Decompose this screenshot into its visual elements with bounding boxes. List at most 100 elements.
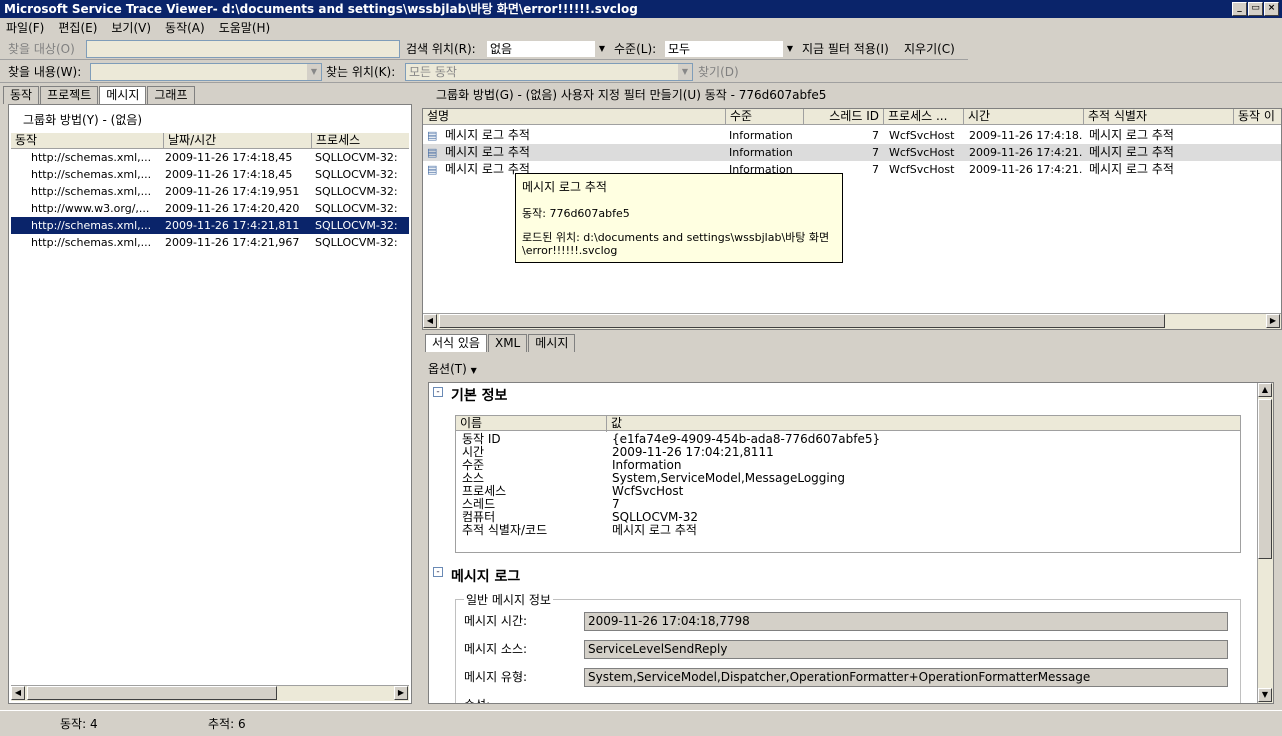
chevron-down-icon: ▼	[470, 366, 477, 375]
cell-activity: http://schemas.xml,...	[31, 185, 152, 198]
find-where-select[interactable]: 모든 동작 ▼	[405, 63, 693, 81]
level-label: 수준(L):	[614, 42, 657, 56]
menu-activity[interactable]: 동작(A)	[165, 18, 205, 38]
tooltip-loaded-from: 로드된 위치: d:\documents and settings\wssbjl…	[522, 231, 830, 257]
cell-process: SQLLOCVM-32:	[315, 168, 398, 181]
tooltip-activity: 동작: 776d607abfe5	[522, 207, 630, 220]
cell-time: 2009-11-26 17:4:18....	[969, 129, 1083, 142]
tab-message[interactable]: 메시지	[99, 86, 147, 104]
col-activity-name[interactable]: 동작 이	[1233, 109, 1281, 125]
options-label: 옵션(T)	[428, 362, 467, 376]
cell-datetime: 2009-11-26 17:4:20,420	[165, 202, 300, 215]
menu-view[interactable]: 보기(V)	[111, 18, 151, 38]
tab-message-detail[interactable]: 메시지	[528, 334, 576, 352]
level-value: 모두	[668, 42, 691, 56]
col-name: 이름	[460, 416, 483, 430]
menu-edit[interactable]: 편집(E)	[58, 18, 97, 38]
list-item: 스레드 7	[456, 498, 1240, 511]
col-level[interactable]: 수준	[725, 109, 803, 125]
clear-button[interactable]: 지우기(C)	[904, 38, 955, 60]
minimize-button[interactable]: _	[1232, 2, 1247, 16]
scroll-left-icon[interactable]: ◀	[423, 314, 437, 328]
level-select[interactable]: 모두 ▼	[664, 40, 798, 58]
table-row[interactable]: http://schemas.xml,... 2009-11-26 17:4:1…	[11, 166, 409, 183]
scroll-thumb[interactable]	[27, 686, 277, 700]
scroll-left-icon[interactable]: ◀	[11, 686, 25, 700]
cell-process: WcfSvcHost	[889, 129, 955, 142]
collapse-icon[interactable]: -	[433, 387, 443, 397]
activity-list-header: 동작 날짜/시간 프로세스	[11, 133, 409, 149]
message-time-label: 메시지 시간:	[464, 614, 528, 628]
scroll-right-icon[interactable]: ▶	[1266, 314, 1280, 328]
col-process[interactable]: 프로세스	[311, 133, 409, 149]
cell-thread: 7	[872, 129, 879, 142]
table-row[interactable]: ▤ 메시지 로그 추적 Information 7 WcfSvcHost 200…	[423, 127, 1281, 144]
trace-icon: ▤	[427, 163, 438, 176]
options-menu[interactable]: 옵션(T) ▼	[428, 360, 477, 380]
table-row[interactable]: http://www.w3.org/,... 2009-11-26 17:4:2…	[11, 200, 409, 217]
menu-file[interactable]: 파일(F)	[6, 18, 44, 38]
maximize-button[interactable]: ▭	[1248, 2, 1263, 16]
find-target-input[interactable]	[86, 40, 400, 58]
col-process[interactable]: 프로세스 ...	[883, 109, 963, 125]
message-log-heading: 메시지 로그	[451, 569, 521, 585]
col-activity[interactable]: 동작	[11, 133, 163, 149]
cell-datetime: 2009-11-26 17:4:18,45	[165, 168, 293, 181]
message-type-field[interactable]: System,ServiceModel,Dispatcher,Operation…	[584, 668, 1228, 687]
detail-vertical-scrollbar[interactable]: ▲ ▼	[1257, 383, 1273, 703]
left-group-by[interactable]: 그룹화 방법(Y) - (없음)	[23, 111, 142, 128]
cell-process: WcfSvcHost	[889, 146, 955, 159]
apply-filter-button[interactable]: 지금 필터 적용(I)	[802, 38, 889, 60]
col-thread-id[interactable]: 스레드 ID	[803, 109, 883, 125]
table-row[interactable]: ▤ 메시지 로그 추적 Information 7 WcfSvcHost 200…	[423, 144, 1281, 161]
cell-activity: http://schemas.xml,...	[31, 219, 152, 232]
cell-level: Information	[729, 129, 793, 142]
scroll-up-icon[interactable]: ▲	[1258, 383, 1272, 397]
scroll-thumb[interactable]	[439, 314, 1165, 328]
list-item: 프로세스 WcfSvcHost	[456, 485, 1240, 498]
find-content-input[interactable]: ▼	[90, 63, 322, 81]
message-source-label: 메시지 소스:	[464, 642, 528, 656]
tab-activity[interactable]: 동작	[3, 86, 40, 104]
message-source-field[interactable]: ServiceLevelSendReply	[584, 640, 1228, 659]
window-controls: _ ▭ ×	[1232, 2, 1279, 16]
detail-panel: - 기본 정보 이름 값 동작 ID {e1fa74e9-4909-454b-ad…	[428, 382, 1274, 704]
tab-graph[interactable]: 그래프	[147, 86, 195, 104]
col-value: 값	[606, 416, 1216, 432]
search-location-select[interactable]: 없음 ▼	[486, 40, 610, 58]
search-location-label: 검색 위치(R):	[406, 42, 476, 56]
scroll-thumb[interactable]	[1258, 399, 1272, 559]
collapse-icon[interactable]: -	[433, 567, 443, 577]
table-row[interactable]: http://schemas.xml,... 2009-11-26 17:4:2…	[11, 234, 409, 251]
table-row[interactable]: http://schemas.xml,... 2009-11-26 17:4:1…	[11, 183, 409, 200]
message-time-field[interactable]: 2009-11-26 17:04:18,7798	[584, 612, 1228, 631]
tab-project[interactable]: 프로젝트	[40, 86, 99, 104]
table-row[interactable]: http://schemas.xml,... 2009-11-26 17:4:1…	[11, 149, 409, 166]
scroll-down-icon[interactable]: ▼	[1258, 688, 1272, 702]
trace-count: 추적: 6	[208, 717, 246, 731]
trace-list-header-bar: 그룹화 방법(G) - (없음) 사용자 지정 필터 만들기(U) 동작 - 7…	[436, 88, 827, 102]
col-description[interactable]: 설명	[423, 109, 725, 125]
list-item: 소스 System,ServiceModel,MessageLogging	[456, 472, 1240, 485]
close-button[interactable]: ×	[1264, 2, 1279, 16]
col-datetime[interactable]: 날짜/시간	[163, 133, 311, 149]
col-time[interactable]: 시간	[963, 109, 1083, 125]
scroll-right-icon[interactable]: ▶	[394, 686, 408, 700]
cell-process: SQLLOCVM-32:	[315, 151, 398, 164]
left-horizontal-scrollbar[interactable]: ◀ ▶	[11, 685, 409, 701]
list-item: 추적 식별자/코드 메시지 로그 추적	[456, 524, 1240, 537]
table-row-selected[interactable]: http://schemas.xml,... 2009-11-26 17:4:2…	[11, 217, 409, 234]
basic-info-grid: 이름 값 동작 ID {e1fa74e9-4909-454b-ada8-776d6…	[455, 415, 1241, 553]
tab-xml[interactable]: XML	[487, 334, 528, 352]
menu-help[interactable]: 도움말(H)	[219, 18, 271, 38]
tab-formatted[interactable]: 서식 있음	[425, 334, 487, 352]
cell-activity: http://schemas.xml,...	[31, 236, 152, 249]
trace-horizontal-scrollbar[interactable]: ◀ ▶	[423, 313, 1281, 329]
prop-value: WcfSvcHost	[612, 484, 684, 498]
find-target-label: 찾을 대상(O)	[8, 42, 75, 56]
col-trace-id[interactable]: 추적 식별자	[1083, 109, 1233, 125]
find-button[interactable]: 찾기(D)	[698, 61, 739, 83]
cell-description: 메시지 로그 추적	[445, 128, 530, 142]
filter-toolbar: 찾을 대상(O) 검색 위치(R): 없음 ▼ 수준(L): 모두 ▼ 지금 필…	[0, 38, 968, 60]
chevron-down-icon: ▼	[783, 41, 797, 57]
